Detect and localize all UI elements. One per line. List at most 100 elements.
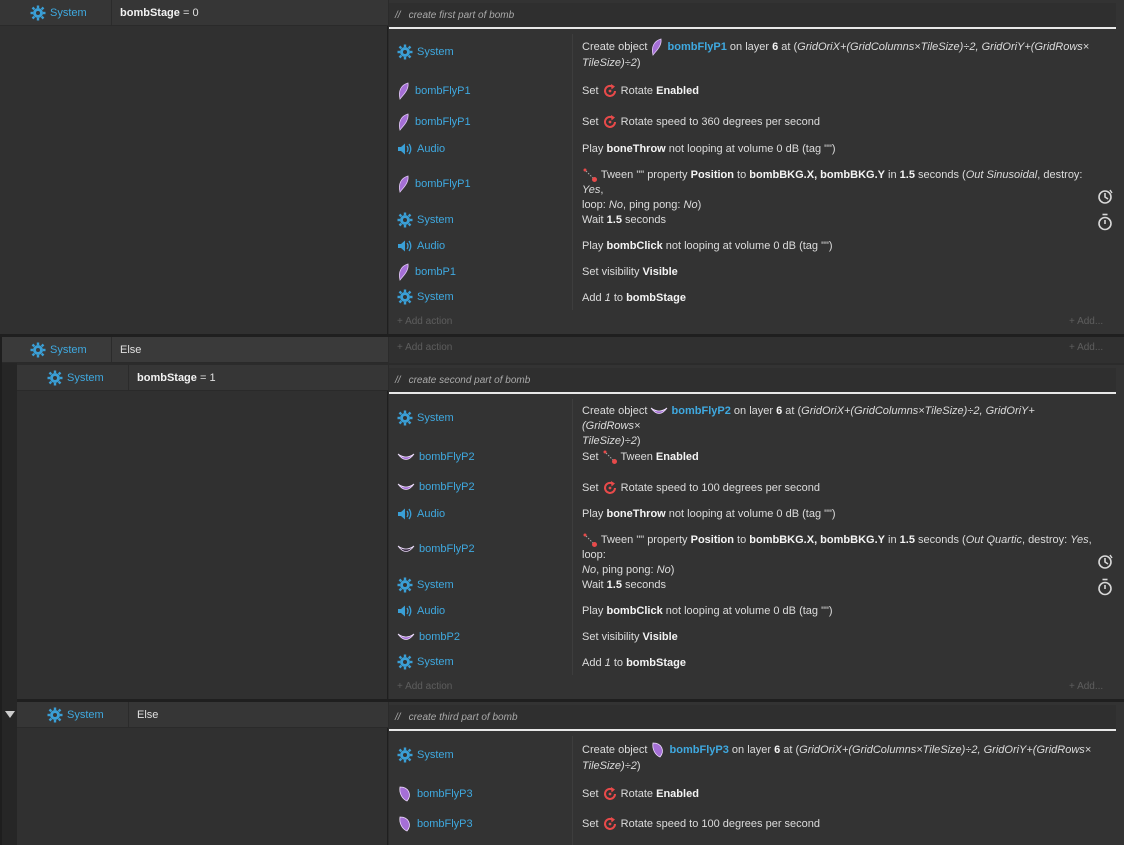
clock-icon[interactable] [1097, 554, 1113, 570]
add-action-link[interactable]: + Add action [397, 681, 452, 692]
condition-text[interactable]: bombStage = 0 [112, 7, 199, 19]
action-row[interactable]: bombFlyP2 Set Rotate speed to 100 degree… [389, 474, 1115, 500]
action-object[interactable]: Audio [389, 234, 572, 258]
action-row[interactable]: System Wait 1.5 seconds [389, 572, 1115, 598]
action-text[interactable]: Set Rotate Enabled [582, 786, 1092, 802]
add-action-link[interactable]: + Add action [397, 342, 452, 353]
sound-name: bombClick [606, 240, 663, 252]
action-text[interactable]: Set Rotate speed to 360 degrees per seco… [582, 114, 1092, 130]
action-text[interactable]: Play boneThrow not looping at volume 0 d… [582, 507, 1092, 522]
action-text-part: Add [582, 657, 605, 669]
action-text[interactable]: Wait 1.5 seconds [582, 213, 1092, 228]
bowl-icon [397, 545, 415, 552]
action-text[interactable]: Set Rotate Enabled [582, 83, 1092, 99]
action-row[interactable]: bombFlyP1 Tween "" property Position to … [389, 165, 1115, 211]
action-text[interactable]: Set visibility Visible [582, 265, 1092, 280]
event-1-condition-area[interactable] [0, 0, 388, 334]
action-row[interactable]: Audio Play bombClick not looping at volu… [389, 234, 1115, 258]
action-text-part: on layer [726, 40, 773, 53]
action-row[interactable]: bombFlyP1 Set Rotate Enabled [389, 78, 1115, 104]
action-text[interactable]: Set Rotate speed to 100 degrees per seco… [582, 480, 1092, 496]
action-object[interactable]: bombFlyP1 [389, 169, 572, 199]
comment-row[interactable]: // create second part of bomb [389, 368, 1116, 394]
event-4-condition[interactable]: System Else [17, 702, 388, 728]
action-object[interactable]: System [389, 207, 572, 233]
action-row[interactable]: bombFlyP2 Tween "" property Position to … [389, 530, 1115, 576]
action-object[interactable]: Audio [389, 502, 572, 526]
action-object[interactable]: bombFlyP3 [389, 781, 572, 807]
event-3-condition-area[interactable] [17, 365, 388, 699]
action-text-part: , destroy: [1021, 533, 1071, 546]
action-row[interactable]: bombFlyP3 Set Rotate Enabled [389, 781, 1115, 807]
action-row[interactable]: System Add 1 to bombStage [389, 285, 1115, 309]
action-text[interactable]: Create object bombFlyP1 on layer 6 at (G… [582, 38, 1092, 71]
action-object[interactable]: bombFlyP3 [389, 811, 572, 837]
collapse-toggle-icon[interactable] [5, 711, 15, 718]
condition-text[interactable]: bombStage = 1 [129, 372, 216, 384]
action-object[interactable]: bombFlyP2 [389, 444, 572, 470]
action-row[interactable]: bombFlyP2 Set Tween Enabled [389, 444, 1115, 470]
action-object[interactable]: bombFlyP2 [389, 474, 572, 500]
action-text-part: to [734, 533, 750, 546]
action-object[interactable]: Audio [389, 137, 572, 161]
action-text[interactable]: Set Tween Enabled [582, 449, 1092, 465]
tween-icon [583, 168, 597, 182]
action-text[interactable]: Play bombClick not looping at volume 0 d… [582, 604, 1092, 619]
action-row[interactable]: bombFlyP1 Set Rotate speed to 360 degree… [389, 109, 1115, 135]
stopwatch-icon[interactable] [1097, 213, 1113, 231]
action-object[interactable]: System [389, 285, 572, 309]
action-text[interactable]: Add 1 to bombStage [582, 291, 1092, 306]
action-row[interactable]: System Wait 1.5 seconds [389, 207, 1115, 233]
action-text-part: , destroy: [1037, 168, 1083, 181]
condition-object[interactable]: System [2, 337, 112, 362]
action-object[interactable]: System [389, 34, 572, 70]
action-row[interactable]: Audio Play boneThrow not looping at volu… [389, 502, 1115, 526]
action-object[interactable]: System [389, 737, 572, 773]
add-more-link[interactable]: + Add... [1069, 342, 1103, 353]
action-text[interactable]: Create object bombFlyP3 on layer 6 at (G… [582, 741, 1092, 774]
action-row[interactable]: Audio Play boneThrow not looping at volu… [389, 137, 1115, 161]
action-object[interactable]: bombP1 [389, 259, 572, 285]
action-object[interactable]: System [389, 650, 572, 674]
condition-object[interactable]: System [17, 365, 129, 390]
condition-object[interactable]: System [0, 0, 112, 25]
action-text[interactable]: Create object bombFlyP2 on layer 6 at (G… [582, 404, 1092, 449]
feather-icon [399, 82, 409, 100]
stopwatch-icon[interactable] [1097, 578, 1113, 596]
action-text[interactable]: Play bombClick not looping at volume 0 d… [582, 239, 1092, 254]
action-row[interactable]: System Create object bombFlyP2 on layer … [389, 400, 1115, 447]
event-1-condition[interactable]: System bombStage = 0 [0, 0, 388, 26]
comment-row[interactable]: // create first part of bomb [389, 3, 1116, 29]
action-object-label: System [417, 46, 454, 58]
action-text-part: Set [582, 115, 602, 128]
action-text[interactable]: Set visibility Visible [582, 630, 1092, 645]
add-action-link[interactable]: + Add action [397, 316, 452, 327]
action-object[interactable]: System [389, 572, 572, 598]
action-row[interactable]: System Create object bombFlyP1 on layer … [389, 34, 1115, 70]
action-row[interactable]: bombP1 Set visibility Visible [389, 259, 1115, 285]
action-text[interactable]: Wait 1.5 seconds [582, 578, 1092, 593]
event-2-condition[interactable]: System Else [2, 337, 388, 363]
action-object[interactable]: bombFlyP2 [389, 534, 572, 564]
action-row[interactable]: Audio Play bombClick not looping at volu… [389, 599, 1115, 623]
event-3-condition[interactable]: System bombStage = 1 [17, 365, 388, 391]
action-object[interactable]: bombFlyP1 [389, 109, 572, 135]
action-row[interactable]: System Add 1 to bombStage [389, 650, 1115, 674]
action-text[interactable]: Add 1 to bombStage [582, 656, 1092, 671]
action-object[interactable]: Audio [389, 599, 572, 623]
action-object[interactable]: bombFlyP1 [389, 78, 572, 104]
comment-row[interactable]: // create third part of bomb [389, 705, 1116, 731]
add-more-link[interactable]: + Add... [1069, 316, 1103, 327]
action-row[interactable]: bombP2 Set visibility Visible [389, 624, 1115, 650]
add-more-link[interactable]: + Add... [1069, 681, 1103, 692]
condition-object[interactable]: System [17, 702, 129, 727]
action-object[interactable]: System [389, 400, 572, 436]
action-row[interactable]: bombFlyP3 Set Rotate speed to 100 degree… [389, 811, 1115, 837]
action-row[interactable]: System Create object bombFlyP3 on layer … [389, 737, 1115, 773]
action-text[interactable]: Play boneThrow not looping at volume 0 d… [582, 142, 1092, 157]
action-object[interactable]: bombP2 [389, 624, 572, 650]
condition-variable: bombStage [137, 371, 197, 384]
clock-icon[interactable] [1097, 189, 1113, 205]
action-text-part: at ( [780, 743, 800, 756]
action-text[interactable]: Set Rotate speed to 100 degrees per seco… [582, 816, 1092, 832]
